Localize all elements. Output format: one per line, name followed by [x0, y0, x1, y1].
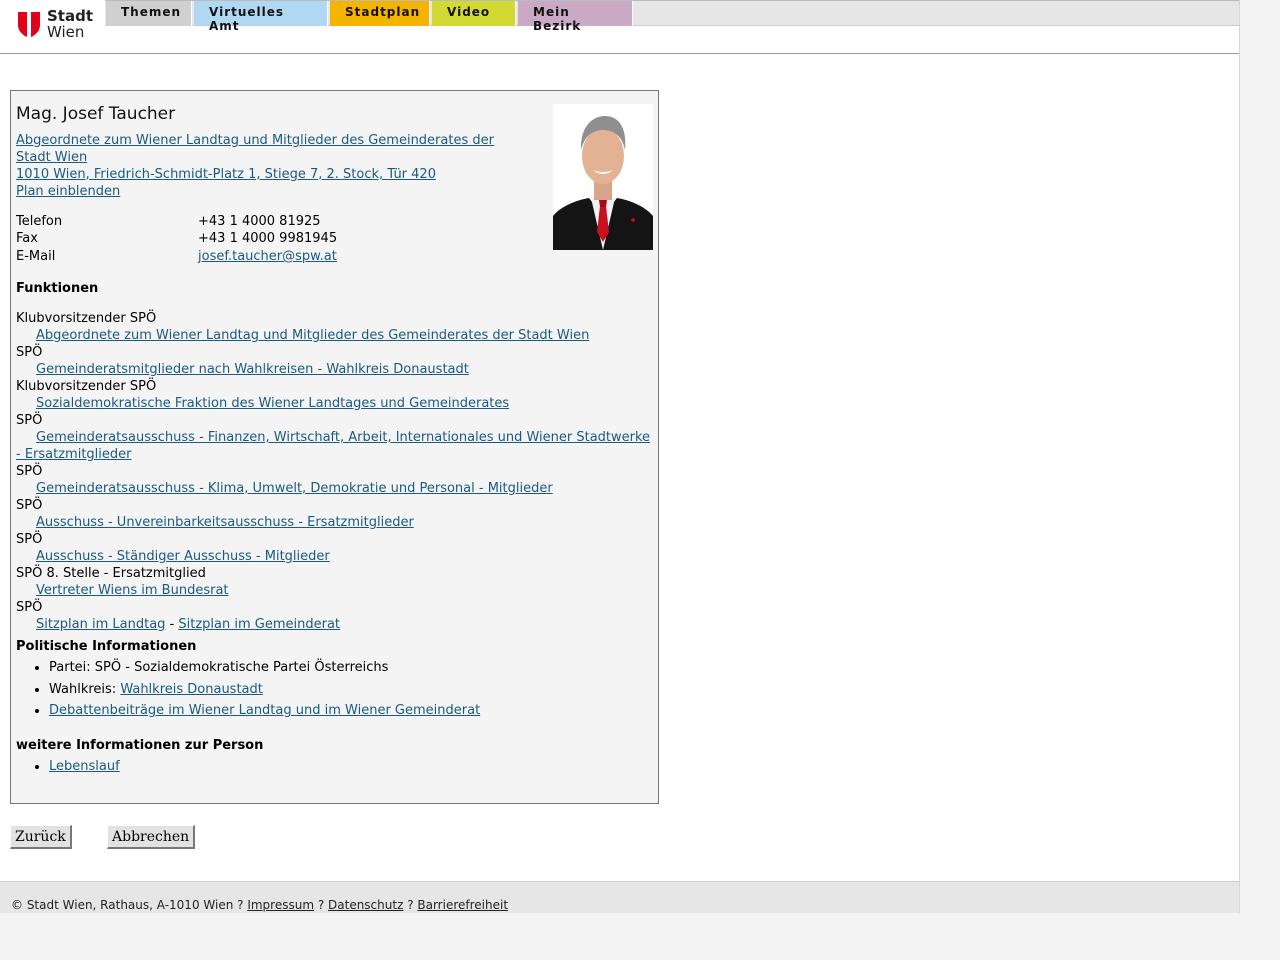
main-navigation: Themen Virtuelles Amt Stadtplan Video Me… [106, 1, 635, 33]
function-role: SPÖ [16, 464, 43, 479]
privacy-link[interactable]: Datenschutz [328, 898, 403, 912]
debates-link[interactable]: Debattenbeiträge im Wiener Landtag und i… [49, 703, 480, 718]
function-role: Klubvorsitzender SPÖ [16, 311, 157, 326]
nav-tab-themen[interactable]: Themen [106, 1, 192, 26]
cancel-button[interactable]: Abbrechen [107, 825, 196, 849]
function-link[interactable]: Gemeinderatsausschuss - Finanzen, Wirtsc… [16, 430, 650, 462]
function-link[interactable]: Sozialdemokratische Fraktion des Wiener … [36, 396, 509, 411]
email-link[interactable]: josef.taucher@spw.at [198, 247, 337, 267]
organisation-link[interactable]: Abgeordnete zum Wiener Landtag und Mitgl… [16, 132, 516, 166]
contact-row-email: E-Mail josef.taucher@spw.at [16, 247, 516, 267]
seating-plan-gemeinderat-link[interactable]: Sitzplan im Gemeinderat [178, 617, 340, 632]
nav-tab-stadtplan[interactable]: Stadtplan [330, 1, 430, 26]
more-info-list: Lebenslauf [16, 758, 120, 780]
functions-heading: Funktionen [16, 281, 99, 296]
site-header: Stadt Wien Themen Virtuelles Amt Stadtpl… [0, 0, 1239, 54]
seating-plan-landtag-link[interactable]: Sitzplan im Landtag [36, 617, 165, 632]
debates-item: Debattenbeiträge im Wiener Landtag und i… [49, 702, 480, 719]
fax-value: +43 1 4000 9981945 [198, 231, 338, 246]
nav-tab-mein-bezirk[interactable]: Mein Bezirk [518, 1, 633, 33]
function-link[interactable]: Ausschuss - Ständiger Ausschuss - Mitgli… [36, 549, 330, 564]
functions-list: Klubvorsitzender SPÖ Abgeordnete zum Wie… [16, 310, 656, 633]
contact-row-fax: Fax +43 1 4000 9981945 [16, 230, 516, 247]
function-role: SPÖ [16, 413, 43, 428]
district-link[interactable]: Wahlkreis Donaustadt [120, 682, 263, 697]
function-link[interactable]: Gemeinderatsausschuss - Klima, Umwelt, D… [36, 481, 553, 496]
political-info-list: Partei: SPÖ - Sozialdemokratische Partei… [16, 659, 480, 724]
person-card: Mag. Josef Taucher Abgeordnete zum Wiene… [10, 90, 659, 804]
function-link[interactable]: Vertreter Wiens im Bundesrat [36, 583, 229, 598]
logo-text: Stadt Wien [47, 7, 94, 41]
person-name: Mag. Josef Taucher [16, 104, 176, 124]
person-address-block: Abgeordnete zum Wiener Landtag und Mitgl… [16, 132, 516, 200]
cv-link[interactable]: Lebenslauf [49, 759, 120, 774]
contact-row-phone: Telefon +43 1 4000 81925 [16, 213, 516, 230]
function-link[interactable]: Abgeordnete zum Wiener Landtag und Mitgl… [36, 328, 589, 343]
function-role: SPÖ 8. Stelle - Ersatzmitglied [16, 566, 206, 581]
function-role: SPÖ [16, 498, 43, 513]
address-link[interactable]: 1010 Wien, Friedrich-Schmidt-Platz 1, St… [16, 166, 516, 183]
footer-separator: ? [314, 898, 329, 912]
nav-tab-video[interactable]: Video [432, 1, 516, 26]
function-link[interactable]: Ausschuss - Unvereinbarkeitsausschuss - … [36, 515, 414, 530]
district-item: Wahlkreis: Wahlkreis Donaustadt [49, 681, 480, 698]
function-role: SPÖ [16, 600, 43, 615]
phone-label: Telefon [16, 214, 63, 229]
function-role: Klubvorsitzender SPÖ [16, 379, 157, 394]
person-photo [553, 104, 653, 250]
impressum-link[interactable]: Impressum [247, 898, 314, 912]
more-info-heading: weitere Informationen zur Person [16, 738, 264, 753]
political-info-heading: Politische Informationen [16, 639, 197, 654]
show-plan-link[interactable]: Plan einblenden [16, 183, 516, 200]
phone-value: +43 1 4000 81925 [198, 214, 321, 229]
accessibility-link[interactable]: Barrierefreiheit [417, 898, 508, 912]
party-item: Partei: SPÖ - Sozialdemokratische Partei… [49, 659, 480, 676]
footer-text: © Stadt Wien, Rathaus, A-1010 Wien ? Imp… [11, 898, 508, 912]
contact-table: Telefon +43 1 4000 81925 Fax +43 1 4000 … [16, 213, 516, 267]
district-label: Wahlkreis: [49, 681, 121, 697]
nav-tab-virtuelles-amt[interactable]: Virtuelles Amt [194, 1, 328, 33]
cv-item: Lebenslauf [49, 758, 120, 775]
copyright-text: © Stadt Wien, Rathaus, A-1010 Wien ? [11, 898, 248, 912]
function-role: SPÖ [16, 345, 43, 360]
seating-plan-separator: - [165, 617, 179, 632]
site-footer: © Stadt Wien, Rathaus, A-1010 Wien ? Imp… [0, 881, 1239, 913]
back-button[interactable]: Zurück [10, 825, 72, 849]
function-link[interactable]: Gemeinderatsmitglieder nach Wahlkreisen … [36, 362, 469, 377]
fax-label: Fax [16, 231, 38, 246]
stadt-wien-logo[interactable]: Stadt Wien [0, 0, 105, 53]
seating-plan-links: Sitzplan im Landtag - Sitzplan im Gemein… [16, 616, 656, 633]
footer-separator: ? [403, 898, 418, 912]
page: Stadt Wien Themen Virtuelles Amt Stadtpl… [0, 0, 1240, 913]
email-label: E-Mail [16, 249, 56, 264]
function-role: SPÖ [16, 532, 43, 547]
vienna-shield-icon [18, 12, 40, 38]
